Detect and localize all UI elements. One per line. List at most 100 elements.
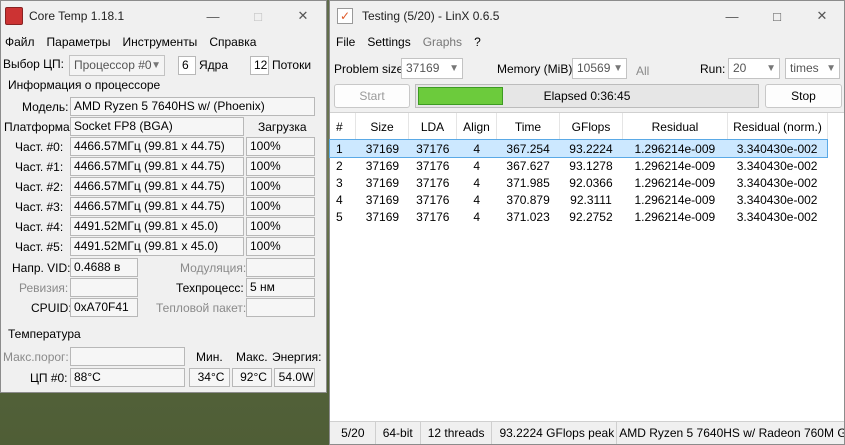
cell-time: 371.985 [506,175,550,190]
cell-align: 4 [473,192,481,207]
freq-value: 4466.57МГц (99.81 x 44.75) [70,197,244,216]
maximize-icon[interactable]: □ [236,1,280,31]
process-label: Техпроцесс: [176,281,244,295]
window-title: Core Temp 1.18.1 [29,9,125,23]
cell-residual-norm: 3.340430e-002 [736,192,818,207]
cell-residual-norm: 3.340430e-002 [736,158,818,173]
cell-residual-norm: 3.340430e-002 [736,209,818,224]
chevron-down-icon: ▼ [826,63,836,74]
column-header[interactable]: Residual (norm.) [728,113,828,141]
run-unit-dropdown[interactable]: times ▼ [785,58,840,79]
column-header[interactable]: # [330,113,356,141]
cell-gflops: 92.2752 [569,209,613,224]
menu-tools[interactable]: Инструменты [116,35,203,49]
close-icon[interactable]: ✕ [281,1,325,31]
memory-label: Memory (MiB): [497,62,576,76]
column-header[interactable]: Align [457,113,497,141]
processor-info-header: Информация о процессоре [8,78,161,92]
freq-label: Част. #0: [15,140,64,154]
tdp-label: Тепловой пакет: [156,301,247,315]
linx-window: ✓ Testing (5/20) - LinX 0.6.5 — □ ✕ File… [329,0,845,445]
all-memory-checkbox-label[interactable]: All [636,64,649,78]
cell-residual-norm: 3.340430e-002 [736,175,818,190]
chevron-down-icon: ▼ [151,60,161,71]
tdp-value [246,298,315,317]
threads-label: Потоки [272,58,312,72]
cell-lda: 37176 [416,141,450,156]
chevron-down-icon: ▼ [449,63,459,74]
results-list[interactable]: # Size LDA Align Time GFlops Residual Re… [329,112,844,424]
minimize-icon[interactable]: — [191,1,235,31]
menu-options[interactable]: Параметры [41,35,117,49]
freq-value: 4466.57МГц (99.81 x 44.75) [70,137,244,156]
table-row[interactable]: 3 37169 37176 4 371.985 92.0366 1.296214… [330,174,827,191]
tjmax-value [70,347,185,366]
cpu-select-dropdown[interactable]: Процессор #0 ▼ [69,55,165,76]
menu-help[interactable]: Справка [203,35,262,49]
power-label: Энергия: [272,350,322,364]
model-label: Модель: [22,100,69,114]
menu-help[interactable]: ? [468,35,487,49]
cpu0-label: ЦП #0: [30,371,68,385]
progress-bar: Elapsed 0:36:45 [415,84,759,108]
coretemp-titlebar[interactable]: Core Temp 1.18.1 — □ ✕ [1,1,326,31]
freq-value: 4491.52МГц (99.81 x 45.0) [70,237,244,256]
stop-button[interactable]: Stop [765,84,842,108]
maximize-icon[interactable]: □ [755,1,799,31]
tjmax-label: Макс.порог: [3,350,69,364]
freq-label: Част. #3: [15,200,64,214]
cpu-select-label: Выбор ЦП: [3,57,65,71]
column-header[interactable]: GFlops [560,113,623,141]
table-row[interactable]: 4 37169 37176 4 370.879 92.3111 1.296214… [330,191,827,208]
close-icon[interactable]: ✕ [800,1,844,31]
cell-residual: 1.296214e-009 [634,209,716,224]
cell-gflops: 92.0366 [569,175,613,190]
temperature-header: Температура [8,327,81,341]
cell-lda: 37176 [416,192,450,207]
cell-index: 1 [336,141,343,156]
problem-size-label: Problem size: [334,62,407,76]
cell-size: 37169 [365,158,400,173]
linx-titlebar[interactable]: ✓ Testing (5/20) - LinX 0.6.5 — □ ✕ [330,1,844,31]
table-row[interactable]: 5 37169 37176 4 371.023 92.2752 1.296214… [330,208,827,225]
memory-input[interactable]: 10569 ▼ [572,58,627,79]
column-header[interactable]: LDA [409,113,457,141]
cpu0-temp: 88°C [70,368,185,387]
load-header: Загрузка [258,120,307,134]
revision-value [70,278,138,297]
cell-lda: 37176 [416,158,450,173]
problem-size-input[interactable]: 37169 ▼ [401,58,463,79]
cell-gflops: 93.1278 [569,158,613,173]
table-row[interactable]: 1 37169 37176 4 367.254 93.2224 1.296214… [329,139,828,158]
status-bits: 64-bit [376,422,421,444]
menu-graphs[interactable]: Graphs [417,35,468,49]
run-count-input[interactable]: 20 ▼ [728,58,780,79]
minimize-icon[interactable]: — [710,1,754,31]
run-count-value: 20 [733,61,747,75]
cell-gflops: 92.3111 [570,192,612,207]
cell-size: 37169 [365,192,400,207]
start-button[interactable]: Start [334,84,410,108]
column-header[interactable]: Size [356,113,409,141]
load-value: 100% [246,177,315,196]
cell-align: 4 [473,158,481,173]
menu-file[interactable]: Файл [0,35,41,49]
chevron-down-icon: ▼ [766,63,776,74]
column-header[interactable]: Time [497,113,560,141]
cell-size: 37169 [365,209,400,224]
platform-value: Socket FP8 (BGA) [70,117,244,136]
table-row[interactable]: 2 37169 37176 4 367.627 93.1278 1.296214… [330,157,827,174]
menu-file[interactable]: File [330,35,361,49]
status-bar: 5/20 64-bit 12 threads 93.2224 GFlops pe… [330,421,844,444]
column-header[interactable]: Residual [623,113,728,141]
cell-lda: 37176 [416,209,450,224]
cell-size: 37169 [365,175,400,190]
freq-label: Част. #2: [15,180,64,194]
freq-value: 4491.52МГц (99.81 x 45.0) [70,217,244,236]
modulation-value [246,258,315,277]
load-value: 100% [246,137,315,156]
cell-gflops: 93.2224 [569,141,613,156]
cell-align: 4 [473,141,481,156]
load-value: 100% [246,157,315,176]
menu-settings[interactable]: Settings [361,35,416,49]
